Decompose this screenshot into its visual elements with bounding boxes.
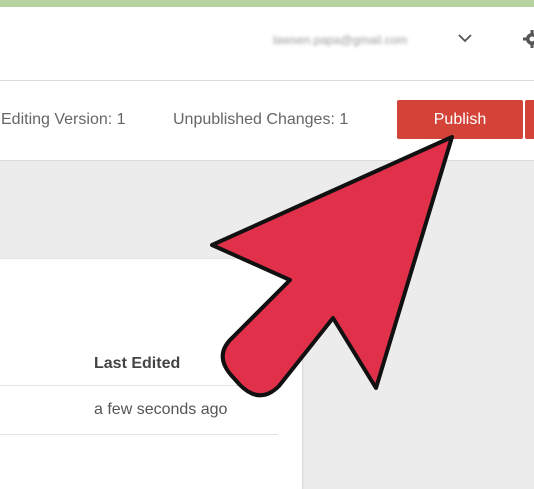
top-strip xyxy=(0,0,534,7)
gear-icon[interactable] xyxy=(522,29,534,49)
publish-button[interactable]: Publish xyxy=(397,100,523,139)
table-row[interactable]: a few seconds ago xyxy=(94,401,227,419)
divider xyxy=(0,385,278,386)
app-header: lawsen.papa@gmail.com xyxy=(0,7,534,81)
versions-card: Last Edited a few seconds ago xyxy=(0,259,302,489)
editing-version-label: Editing Version: 1 xyxy=(1,111,126,129)
publish-options-button[interactable] xyxy=(525,100,534,139)
publish-toolbar: Editing Version: 1 Unpublished Changes: … xyxy=(0,81,534,161)
unpublished-changes-label: Unpublished Changes: 1 xyxy=(173,111,348,129)
column-header-last-edited: Last Edited xyxy=(94,355,180,373)
account-email[interactable]: lawsen.papa@gmail.com xyxy=(273,33,407,47)
chevron-down-icon[interactable] xyxy=(456,29,474,47)
divider xyxy=(0,434,278,435)
